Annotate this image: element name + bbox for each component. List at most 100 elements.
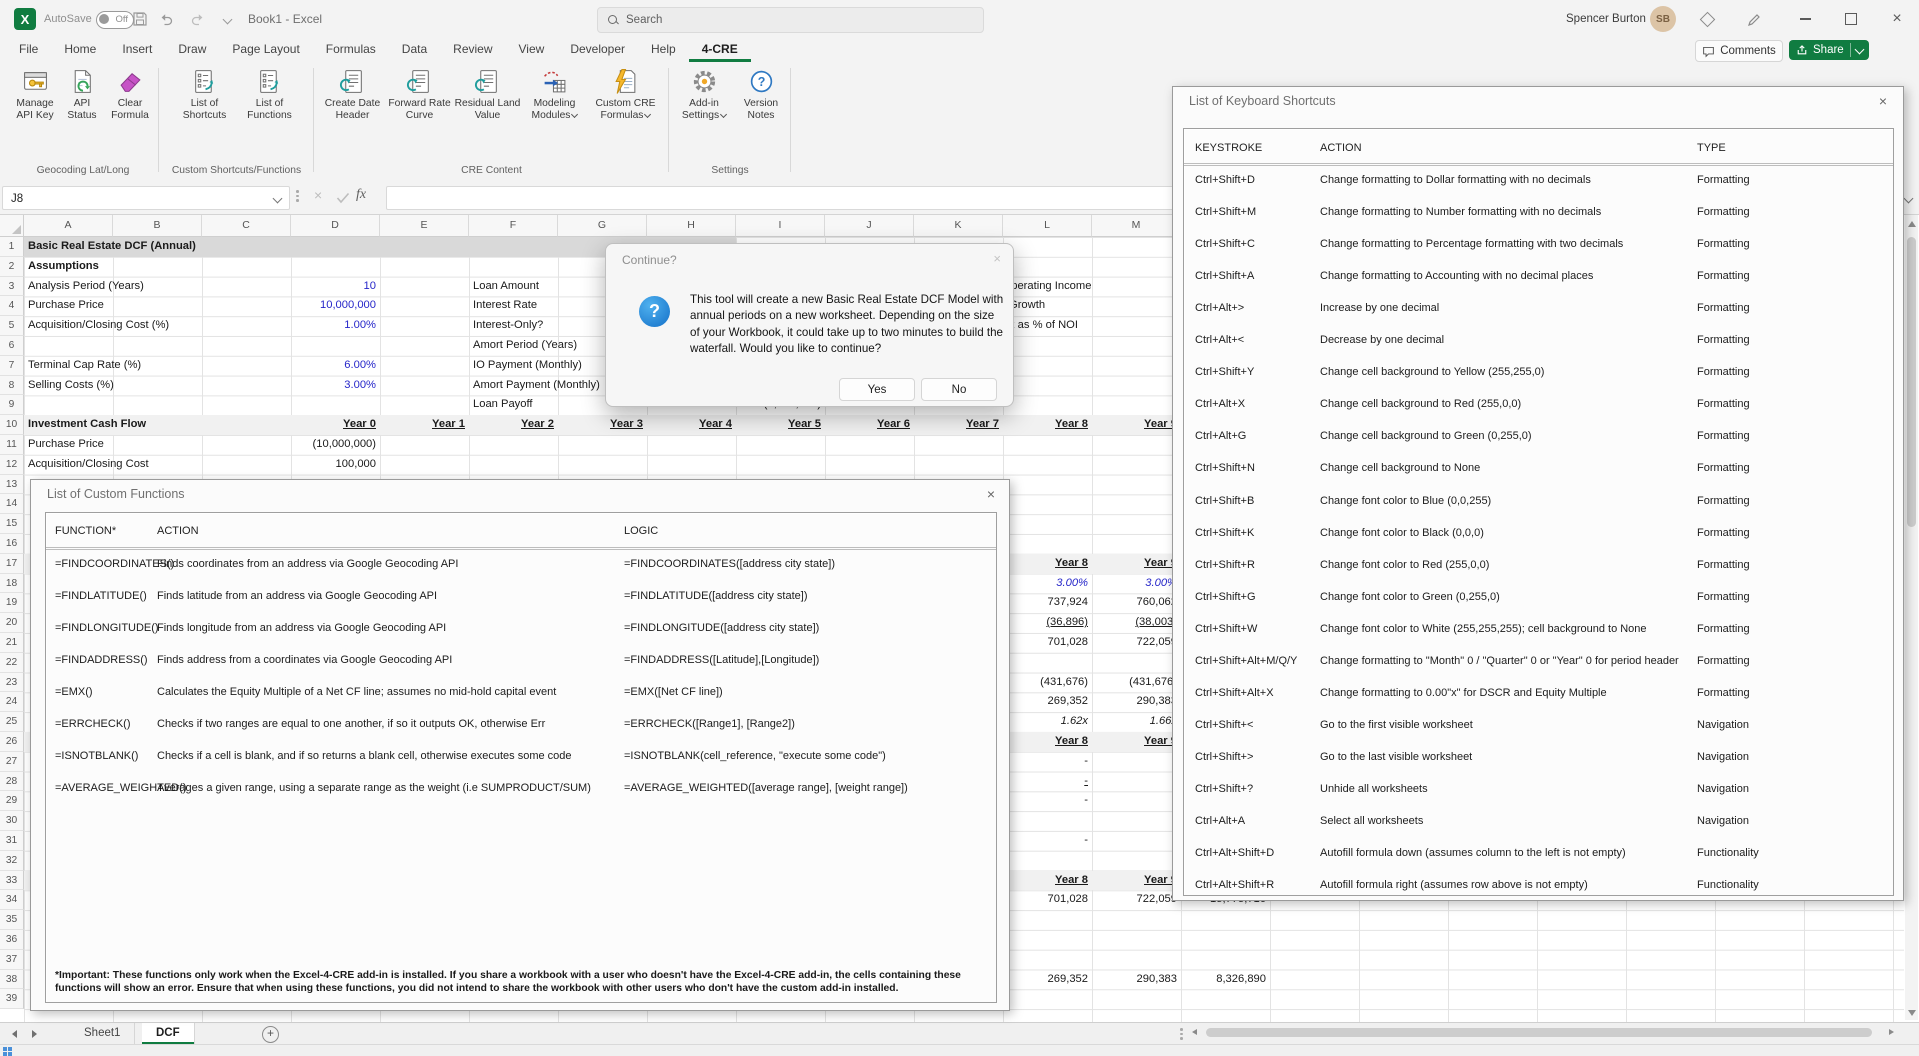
cell-L17[interactable]: Year 8 xyxy=(1003,554,1092,574)
v-scroll-thumb[interactable] xyxy=(1907,237,1916,527)
cell-D4[interactable]: 10,000,000 xyxy=(291,296,380,316)
h-scroll-thumb[interactable] xyxy=(1206,1028,1872,1037)
row-header-30[interactable]: 30 xyxy=(0,811,24,831)
column-header-K[interactable]: K xyxy=(914,215,1003,237)
sheet-tab-sheet1[interactable]: Sheet1 xyxy=(70,1023,135,1044)
cell-M34[interactable]: 722,059 xyxy=(1092,890,1181,910)
ribbon-button-forward-rate-curve[interactable]: Forward Rate Curve xyxy=(388,66,452,121)
row-header-17[interactable]: 17 xyxy=(0,554,24,574)
row-header-13[interactable]: 13 xyxy=(0,475,24,495)
column-header-J[interactable]: J xyxy=(825,215,914,237)
yes-button[interactable]: Yes xyxy=(839,378,915,401)
cell-L31[interactable]: - xyxy=(1003,831,1092,851)
share-button[interactable]: Share xyxy=(1789,40,1869,60)
insert-function-icon[interactable]: fx xyxy=(356,187,366,203)
cell-L21[interactable]: 701,028 xyxy=(1003,633,1092,653)
ribbon-button-version-notes[interactable]: ?Version Notes xyxy=(736,66,786,121)
ribbon-tab-help[interactable]: Help xyxy=(638,38,689,62)
select-all-corner[interactable] xyxy=(0,215,24,237)
ribbon-tab-file[interactable]: File xyxy=(6,38,51,62)
row-header-8[interactable]: 8 xyxy=(0,376,24,396)
cell-F8[interactable]: Amort Payment (Monthly) xyxy=(469,376,604,396)
row-header-35[interactable]: 35 xyxy=(0,910,24,930)
cell-A1[interactable]: Basic Real Estate DCF (Annual) xyxy=(24,237,200,257)
confirm-entry-icon[interactable] xyxy=(336,191,350,209)
column-header-L[interactable]: L xyxy=(1003,215,1092,237)
cell-L23[interactable]: (431,676) xyxy=(1003,673,1092,693)
autosave-toggle[interactable]: Off xyxy=(96,11,134,29)
share-dropdown-icon[interactable] xyxy=(1854,44,1864,54)
cell-H10[interactable]: Year 4 xyxy=(647,415,736,435)
ribbon-button-api-status[interactable]: API Status xyxy=(62,66,102,121)
row-header-31[interactable]: 31 xyxy=(0,831,24,851)
name-box-dropdown-icon[interactable] xyxy=(273,194,283,204)
row-header-2[interactable]: 2 xyxy=(0,257,24,277)
cell-M25[interactable]: 1.66x xyxy=(1092,712,1181,732)
undo-icon[interactable] xyxy=(158,11,174,27)
cell-K10[interactable]: Year 7 xyxy=(914,415,1003,435)
row-header-26[interactable]: 26 xyxy=(0,732,24,752)
row-header-38[interactable]: 38 xyxy=(0,970,24,990)
cell-F10[interactable]: Year 2 xyxy=(469,415,558,435)
ribbon-tab-data[interactable]: Data xyxy=(389,38,440,62)
restore-button[interactable] xyxy=(1832,0,1870,38)
row-header-33[interactable]: 33 xyxy=(0,871,24,891)
keyboard-shortcuts-panel[interactable]: List of Keyboard Shortcuts × KEYSTROKE A… xyxy=(1172,86,1904,901)
ribbon-button-list-of-functions[interactable]: List of Functions xyxy=(239,66,301,121)
cell-F6[interactable]: Amort Period (Years) xyxy=(469,336,581,356)
new-sheet-button[interactable]: + xyxy=(262,1026,279,1043)
redo-icon[interactable] xyxy=(190,11,206,27)
scroll-right-icon[interactable] xyxy=(1889,1029,1894,1035)
cell-G10[interactable]: Year 3 xyxy=(558,415,647,435)
row-header-20[interactable]: 20 xyxy=(0,613,24,633)
feature-diamond-icon[interactable] xyxy=(1700,12,1716,28)
row-header-16[interactable]: 16 xyxy=(0,534,24,554)
ribbon-tab-insert[interactable]: Insert xyxy=(109,38,165,62)
cell-D11[interactable]: (10,000,000) xyxy=(291,435,380,455)
cell-F7[interactable]: IO Payment (Monthly) xyxy=(469,356,586,376)
ribbon-button-manage-api-key[interactable]: Manage API Key xyxy=(10,66,60,121)
cell-L10[interactable]: Year 8 xyxy=(1003,415,1092,435)
column-header-H[interactable]: H xyxy=(647,215,736,237)
row-header-18[interactable]: 18 xyxy=(0,574,24,594)
cell-A2[interactable]: Assumptions xyxy=(24,257,103,277)
next-sheet-icon[interactable] xyxy=(32,1030,37,1038)
ink-pen-icon[interactable] xyxy=(1746,12,1762,28)
ribbon-button-clear-formula[interactable]: Clear Formula xyxy=(104,66,156,121)
ribbon-button-modeling-modules[interactable]: Modeling Modules xyxy=(524,66,586,121)
ribbon-button-custom-cre-formulas[interactable]: Custom CRE Formulas xyxy=(588,66,664,121)
close-button[interactable]: × xyxy=(1878,0,1916,38)
cell-E10[interactable]: Year 1 xyxy=(380,415,469,435)
row-header-5[interactable]: 5 xyxy=(0,316,24,336)
column-header-G[interactable]: G xyxy=(558,215,647,237)
ribbon-button-create-date-header[interactable]: Create Date Header xyxy=(320,66,386,121)
splitter-handle[interactable] xyxy=(1180,1028,1183,1040)
column-header-E[interactable]: E xyxy=(380,215,469,237)
column-header-I[interactable]: I xyxy=(736,215,825,237)
row-header-15[interactable]: 15 xyxy=(0,514,24,534)
cell-D3[interactable]: 10 xyxy=(291,277,380,297)
row-header-36[interactable]: 36 xyxy=(0,930,24,950)
row-header-11[interactable]: 11 xyxy=(0,435,24,455)
row-header-4[interactable]: 4 xyxy=(0,296,24,316)
cell-D12[interactable]: 100,000 xyxy=(291,455,380,475)
close-icon[interactable]: × xyxy=(993,251,1001,266)
cell-M19[interactable]: 760,062 xyxy=(1092,593,1181,613)
column-header-C[interactable]: C xyxy=(202,215,291,237)
sheet-tab-dcf[interactable]: DCF xyxy=(142,1023,195,1044)
ribbon-tab-4-cre[interactable]: 4-CRE xyxy=(689,38,751,62)
prev-sheet-icon[interactable] xyxy=(12,1030,17,1038)
column-header-B[interactable]: B xyxy=(113,215,202,237)
cell-A8[interactable]: Selling Costs (%) xyxy=(24,376,118,396)
row-header-14[interactable]: 14 xyxy=(0,494,24,514)
row-header-1[interactable]: 1 xyxy=(0,237,24,257)
cell-L29[interactable]: - xyxy=(1003,791,1092,811)
row-header-9[interactable]: 9 xyxy=(0,395,24,415)
row-header-12[interactable]: 12 xyxy=(0,455,24,475)
scroll-left-icon[interactable] xyxy=(1192,1029,1197,1035)
row-header-25[interactable]: 25 xyxy=(0,712,24,732)
cell-A5[interactable]: Acquisition/Closing Cost (%) xyxy=(24,316,173,336)
ribbon-tab-home[interactable]: Home xyxy=(51,38,109,62)
column-header-F[interactable]: F xyxy=(469,215,558,237)
cell-D8[interactable]: 3.00% xyxy=(291,376,380,396)
